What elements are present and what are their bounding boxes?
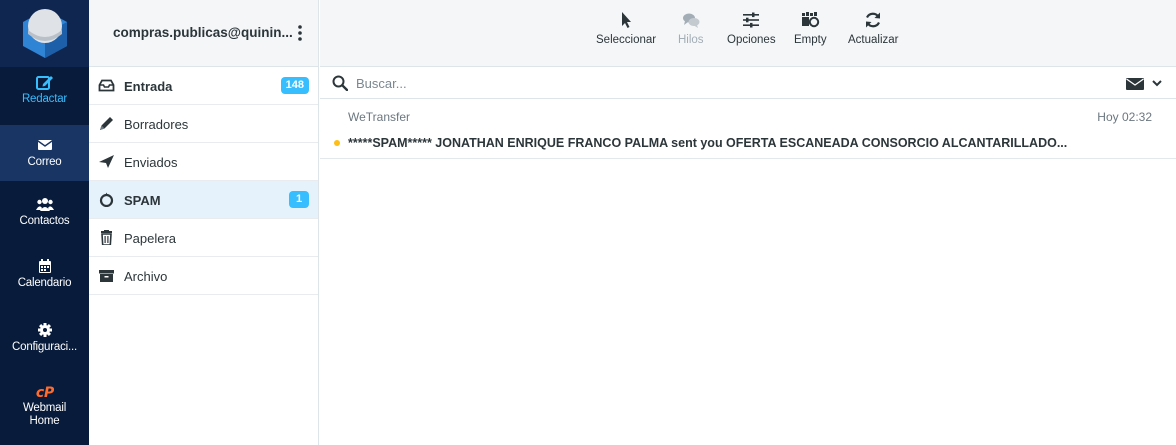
fire-icon: [99, 192, 114, 207]
nav-settings[interactable]: Configuraci...: [0, 322, 89, 354]
empty-button[interactable]: Empty: [794, 11, 827, 46]
unread-count-badge: 1: [289, 191, 309, 208]
paper-plane-icon: [99, 155, 114, 168]
folder-spam[interactable]: SPAM 1: [89, 181, 318, 219]
refresh-label: Actualizar: [848, 34, 899, 46]
cursor-icon: [622, 12, 632, 28]
folder-inbox-label: Entrada: [124, 79, 173, 94]
nav-webmail-label-2: Home: [29, 415, 60, 427]
compose-icon: [35, 76, 53, 90]
select-label: Seleccionar: [596, 34, 657, 46]
inbox-icon: [98, 79, 115, 92]
envelope-icon[interactable]: [1126, 78, 1144, 90]
refresh-button[interactable]: Actualizar: [848, 11, 899, 46]
trash-icon: [101, 230, 112, 245]
search-input[interactable]: [356, 73, 1056, 93]
contacts-icon: [35, 198, 54, 211]
nav-webmail-home[interactable]: cP Webmail Home: [0, 383, 89, 428]
nav-webmail-label-1: Webmail: [22, 402, 67, 414]
folder-drafts[interactable]: Borradores: [89, 105, 318, 143]
unread-indicator[interactable]: [334, 140, 340, 146]
folder-trash[interactable]: Papelera: [89, 219, 318, 257]
folder-panel: compras.publicas@quinin... Entrada 148 B…: [89, 0, 319, 445]
search-bar: [320, 67, 1176, 99]
nav-compose-label: Redactar: [21, 93, 68, 105]
nav-settings-label: Configuraci...: [12, 341, 77, 353]
folder-trash-label: Papelera: [124, 231, 177, 246]
search-icon[interactable]: [332, 75, 348, 91]
options-button[interactable]: Opciones: [727, 11, 776, 46]
folder-inbox[interactable]: Entrada 148: [89, 67, 318, 105]
message-row[interactable]: WeTransfer Hoy 02:32 *****SPAM***** JONA…: [320, 100, 1176, 159]
threads-button[interactable]: Hilos: [678, 11, 704, 46]
nav-contacts[interactable]: Contactos: [0, 196, 89, 228]
archive-icon: [99, 270, 114, 282]
kebab-menu-icon[interactable]: [297, 25, 303, 41]
calendar-icon: [38, 259, 51, 273]
chat-bubbles-icon: [682, 13, 700, 28]
nav-calendar-label: Calendario: [17, 277, 72, 289]
app-navigation: Redactar Correo Contactos Calendario Con…: [0, 0, 89, 445]
message-date: Hoy 02:32: [1097, 110, 1152, 124]
pencil-icon: [100, 117, 113, 130]
threads-label: Hilos: [678, 34, 704, 46]
unread-count-badge: 148: [280, 77, 309, 94]
gear-icon: [37, 323, 52, 337]
cpanel-icon: cP: [36, 385, 54, 399]
logo[interactable]: [0, 0, 89, 67]
message-sender: WeTransfer: [348, 110, 411, 124]
account-name: compras.publicas@quinin...: [113, 25, 293, 40]
message-subject: *****SPAM***** JONATHAN ENRIQUE FRANCO P…: [348, 136, 1068, 150]
folder-spam-label: SPAM: [124, 193, 161, 208]
toolbar: Seleccionar Hilos Opciones Empty Actuali…: [320, 0, 1176, 67]
folder-archive[interactable]: Archivo: [89, 257, 318, 295]
nav-contacts-label: Contactos: [19, 215, 70, 227]
refresh-icon: [866, 12, 881, 28]
logo-icon: [22, 8, 67, 58]
account-header: compras.publicas@quinin...: [89, 0, 318, 67]
svg-text:cP: cP: [36, 385, 54, 399]
nav-mail[interactable]: Correo: [0, 125, 89, 181]
empty-folder-icon: [802, 12, 820, 28]
chevron-down-icon[interactable]: [1152, 78, 1162, 88]
select-button[interactable]: Seleccionar: [596, 11, 656, 46]
folder-sent-label: Enviados: [124, 155, 178, 170]
folder-drafts-label: Borradores: [124, 117, 189, 132]
envelope-icon: [37, 140, 52, 150]
message-list-panel: Seleccionar Hilos Opciones Empty Actuali…: [320, 0, 1176, 445]
nav-mail-label: Correo: [27, 156, 62, 168]
empty-label: Empty: [794, 34, 827, 46]
nav-compose[interactable]: Redactar: [0, 74, 89, 106]
folder-archive-label: Archivo: [124, 269, 168, 284]
folder-sent[interactable]: Enviados: [89, 143, 318, 181]
sliders-icon: [743, 12, 760, 28]
nav-calendar[interactable]: Calendario: [0, 258, 89, 290]
options-label: Opciones: [727, 34, 776, 46]
